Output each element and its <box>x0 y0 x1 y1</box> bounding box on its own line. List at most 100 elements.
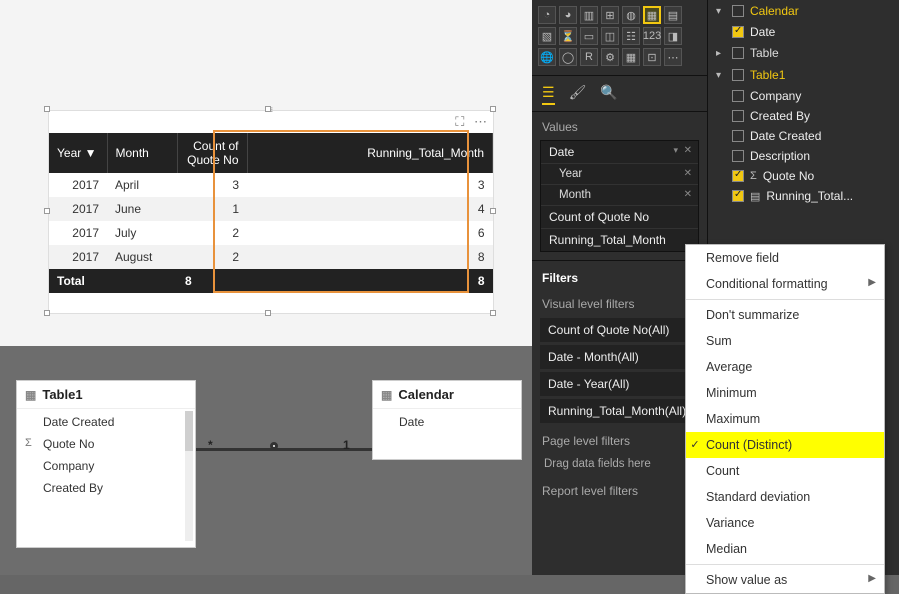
table-row: 2017July26 <box>49 221 493 245</box>
entity-field[interactable]: Quote No <box>17 433 195 455</box>
viz-type-icon[interactable]: ⊞ <box>601 6 619 24</box>
viz-type-table-icon[interactable]: ▦ <box>643 6 661 24</box>
menu-conditional-formatting[interactable]: Conditional formatting▶ <box>686 271 884 297</box>
entity-field[interactable]: Created By <box>17 477 195 499</box>
viz-type-icon[interactable]: 🌐 <box>538 48 556 66</box>
col-year[interactable]: Year ▼ <box>49 133 107 173</box>
menu-std[interactable]: Standard deviation <box>686 484 884 510</box>
resize-handle[interactable] <box>490 106 496 112</box>
field-running[interactable]: ▤Running_Total... <box>708 186 899 206</box>
checkbox-icon[interactable] <box>732 170 744 182</box>
menu-median[interactable]: Median <box>686 536 884 562</box>
remove-icon[interactable]: ✕ <box>684 168 692 179</box>
viz-type-icon[interactable]: ▥ <box>580 6 598 24</box>
menu-count-distinct[interactable]: Count (Distinct) <box>686 432 884 458</box>
entity-header: Calendar <box>373 381 521 409</box>
resize-handle[interactable] <box>490 310 496 316</box>
viz-type-icon[interactable]: ⏳ <box>559 27 577 45</box>
well-row: Count of Quote No <box>541 206 698 229</box>
menu-dont-summarize[interactable]: Don't summarize <box>686 302 884 328</box>
viz-type-icon[interactable]: ⋯ <box>664 48 682 66</box>
analytics-tab-icon[interactable]: 🔍 <box>600 84 617 105</box>
field-datecreated[interactable]: Date Created <box>708 126 899 146</box>
field-quoteno[interactable]: ΣQuote No <box>708 166 899 186</box>
menu-show-value-as[interactable]: Show value as▶ <box>686 567 884 593</box>
viz-type-icon[interactable]: ◨ <box>664 27 682 45</box>
entity-field[interactable]: Date <box>373 411 521 433</box>
menu-count[interactable]: Count <box>686 458 884 484</box>
scrollbar[interactable] <box>185 411 193 541</box>
report-canvas: ≡ ⛶ ⋯ Year ▼ Month Count of Quote No Run… <box>0 0 532 346</box>
entity-field[interactable]: Date Created <box>17 411 195 433</box>
focus-mode-icon[interactable]: ⛶ <box>455 114 464 129</box>
cell: 6 <box>247 221 493 245</box>
cell: 2 <box>177 221 247 245</box>
more-options-icon[interactable]: ⋯ <box>474 114 487 129</box>
entity-field[interactable]: Company <box>17 455 195 477</box>
remove-icon[interactable]: ✕ <box>684 189 692 200</box>
resize-handle[interactable] <box>44 310 50 316</box>
model-view: Table1 Date Created Quote No Company Cre… <box>0 346 532 575</box>
filter-item[interactable]: Running_Total_Month(All) <box>540 399 699 423</box>
filter-item[interactable]: Date - Month(All) <box>540 345 699 369</box>
checkbox-icon[interactable] <box>732 190 744 202</box>
viz-type-icon[interactable]: ◔ <box>538 6 556 24</box>
col-month[interactable]: Month <box>107 133 177 173</box>
resize-handle[interactable] <box>44 106 50 112</box>
cell: 1 <box>177 197 247 221</box>
resize-handle[interactable] <box>44 208 50 214</box>
table-table1[interactable]: ▾Table1 <box>708 64 899 86</box>
menu-sum[interactable]: Sum <box>686 328 884 354</box>
viz-type-icon[interactable]: ☷ <box>622 27 640 45</box>
filter-item[interactable]: Count of Quote No(All) <box>540 318 699 342</box>
cell: June <box>107 197 177 221</box>
table-calendar[interactable]: ▾Calendar <box>708 0 899 22</box>
resize-handle[interactable] <box>265 310 271 316</box>
col-count[interactable]: Count of Quote No <box>177 133 247 173</box>
col-running[interactable]: Running_Total_Month <box>247 133 493 173</box>
drag-hint[interactable]: Drag data fields here <box>532 452 707 476</box>
resize-handle[interactable] <box>265 106 271 112</box>
menu-minimum[interactable]: Minimum <box>686 380 884 406</box>
chevron-down-icon[interactable]: ▾ <box>673 145 678 156</box>
format-tab-icon[interactable]: 🖌 <box>569 84 587 105</box>
menu-remove-field[interactable]: Remove field <box>686 245 884 271</box>
filter-item[interactable]: Date - Year(All) <box>540 372 699 396</box>
resize-handle[interactable] <box>490 208 496 214</box>
cell: 8 <box>247 245 493 269</box>
values-well[interactable]: Date▾✕ Year✕ Month✕ Count of Quote No Ru… <box>540 140 699 252</box>
checkbox-icon[interactable] <box>732 90 744 102</box>
viz-type-icon[interactable]: ⊡ <box>643 48 661 66</box>
viz-type-icon[interactable]: 123 <box>643 27 661 45</box>
checkbox-icon[interactable] <box>732 110 744 122</box>
viz-type-icon[interactable]: ▦ <box>622 48 640 66</box>
field-date[interactable]: Date <box>708 22 899 42</box>
field-company[interactable]: Company <box>708 86 899 106</box>
checkbox-icon[interactable] <box>732 150 744 162</box>
fields-tab-icon[interactable]: ☰ <box>542 84 555 105</box>
checkbox-icon[interactable] <box>732 26 744 38</box>
table-icon <box>732 5 744 17</box>
viz-type-icon[interactable]: ▭ <box>580 27 598 45</box>
viz-type-icon[interactable]: ▧ <box>538 27 556 45</box>
viz-type-icon[interactable]: ◯ <box>559 48 577 66</box>
field-createdby[interactable]: Created By <box>708 106 899 126</box>
menu-average[interactable]: Average <box>686 354 884 380</box>
viz-type-icon[interactable]: ⚙ <box>601 48 619 66</box>
menu-maximum[interactable]: Maximum <box>686 406 884 432</box>
viz-type-icon[interactable]: ◫ <box>601 27 619 45</box>
viz-type-icon[interactable]: ◕ <box>559 6 577 24</box>
viz-type-icon[interactable]: R <box>580 48 598 66</box>
table-table[interactable]: ▸Table <box>708 42 899 64</box>
viz-type-icon[interactable]: ▤ <box>664 6 682 24</box>
relationship-handle-icon[interactable] <box>270 442 278 450</box>
table-icon <box>732 47 744 59</box>
checkbox-icon[interactable] <box>732 130 744 142</box>
field-description[interactable]: Description <box>708 146 899 166</box>
viz-type-icon[interactable]: ◍ <box>622 6 640 24</box>
entity-calendar[interactable]: Calendar Date <box>372 380 522 460</box>
menu-variance[interactable]: Variance <box>686 510 884 536</box>
entity-table1[interactable]: Table1 Date Created Quote No Company Cre… <box>16 380 196 548</box>
remove-icon[interactable]: ✕ <box>684 145 692 156</box>
table-visual[interactable]: ≡ ⛶ ⋯ Year ▼ Month Count of Quote No Run… <box>48 110 494 314</box>
